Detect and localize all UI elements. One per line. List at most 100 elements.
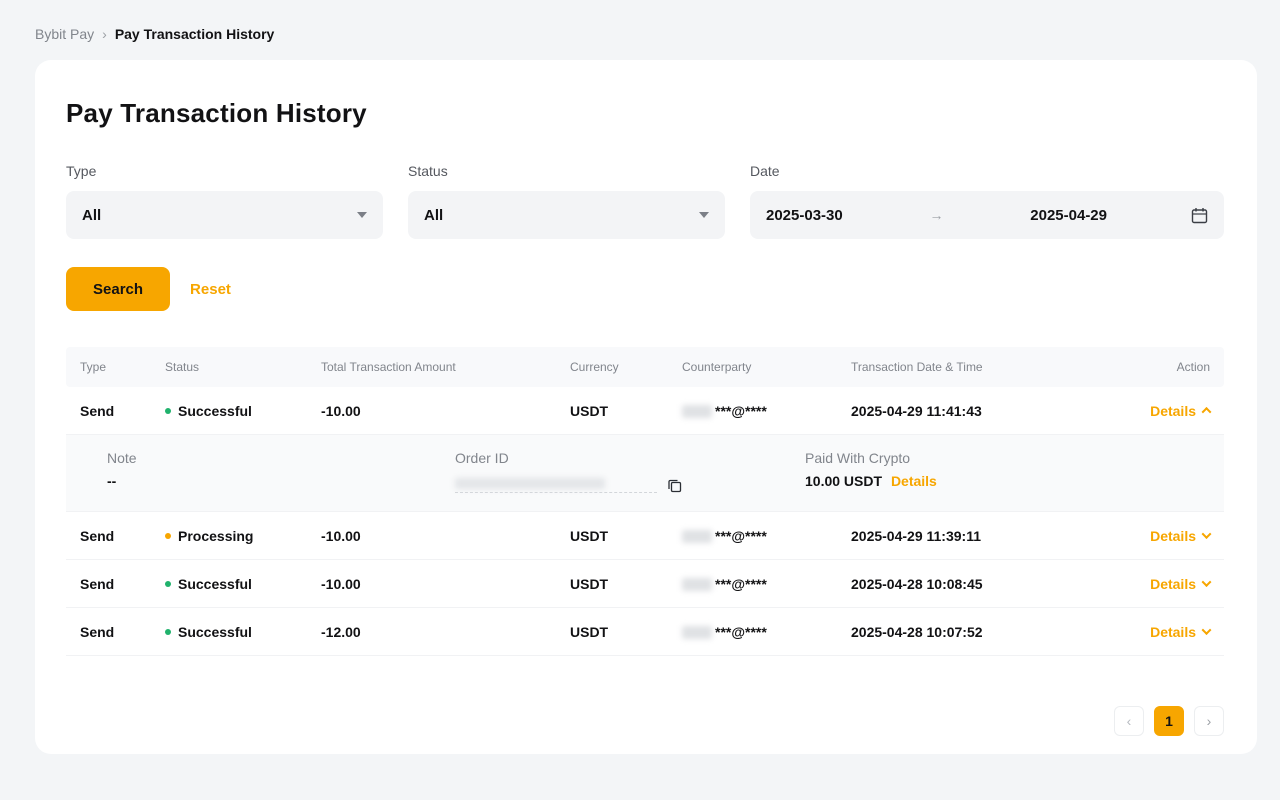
cell-counterparty: ***@**** [682, 528, 851, 544]
cell-status: Successful [178, 403, 252, 419]
filter-date: Date 2025-03-30 → 2025-04-29 [750, 163, 1224, 239]
copy-icon[interactable] [667, 478, 682, 493]
status-badge: Successful [165, 624, 321, 640]
pagination-next-button[interactable]: › [1194, 706, 1224, 736]
cell-datetime: 2025-04-29 11:41:43 [851, 403, 1090, 419]
table-header-row: Type Status Total Transaction Amount Cur… [66, 347, 1224, 387]
paid-details-link[interactable]: Details [891, 473, 937, 489]
status-badge: Successful [165, 576, 321, 592]
redacted-text [682, 626, 712, 639]
note-label: Note [107, 450, 455, 466]
type-select-value: All [82, 207, 101, 224]
filter-type: Type All [66, 163, 383, 239]
cell-amount: -10.00 [321, 403, 570, 419]
table-row: Send Successful -10.00 USDT ***@**** 202… [66, 560, 1224, 608]
header-status: Status [165, 360, 321, 374]
status-dot-icon [165, 581, 171, 587]
breadcrumb-parent[interactable]: Bybit Pay [35, 26, 94, 42]
order-id-redacted-value [455, 475, 657, 493]
pagination-page-1-button[interactable]: 1 [1154, 706, 1184, 736]
table-row: Send Processing -10.00 USDT ***@**** 202… [66, 512, 1224, 560]
status-select-value: All [424, 207, 443, 224]
header-datetime: Transaction Date & Time [851, 360, 1090, 374]
filter-status-label: Status [408, 163, 725, 179]
cell-type: Send [80, 624, 165, 640]
date-range-arrow-icon: → [843, 207, 1031, 223]
expanded-detail-panel: Note -- Order ID Paid With Crypto [66, 435, 1224, 512]
filters-row: Type All Status All Date 2025-03-30 → 20… [66, 163, 1224, 239]
cell-type: Send [80, 528, 165, 544]
order-id-label: Order ID [455, 450, 805, 466]
main-card: Pay Transaction History Type All Status … [35, 60, 1257, 754]
detail-order-id: Order ID [455, 450, 805, 493]
breadcrumb: Bybit Pay › Pay Transaction History [0, 0, 1280, 60]
paid-with-crypto-value: 10.00 USDT [805, 473, 882, 489]
details-toggle-button[interactable]: Details [1150, 576, 1210, 592]
detail-note: Note -- [107, 450, 455, 493]
status-badge: Processing [165, 528, 321, 544]
status-badge: Successful [165, 403, 321, 419]
reset-button[interactable]: Reset [190, 281, 231, 298]
chevron-down-icon [1202, 577, 1212, 587]
cell-type: Send [80, 403, 165, 419]
header-amount: Total Transaction Amount [321, 360, 570, 374]
cell-currency: USDT [570, 403, 682, 419]
details-toggle-button[interactable]: Details [1150, 403, 1210, 419]
cell-amount: -10.00 [321, 576, 570, 592]
header-currency: Currency [570, 360, 682, 374]
filter-status: Status All [408, 163, 725, 239]
calendar-icon[interactable] [1191, 207, 1208, 224]
actions-row: Search Reset [66, 267, 1224, 311]
status-select[interactable]: All [408, 191, 725, 239]
filter-date-label: Date [750, 163, 1224, 179]
header-counterparty: Counterparty [682, 360, 851, 374]
date-end-value[interactable]: 2025-04-29 [1030, 207, 1107, 224]
detail-paid-with-crypto: Paid With Crypto 10.00 USDT Details [805, 450, 1210, 493]
cell-currency: USDT [570, 624, 682, 640]
cell-counterparty: ***@**** [682, 576, 851, 592]
redacted-text [682, 405, 712, 418]
cell-datetime: 2025-04-28 10:08:45 [851, 576, 1090, 592]
breadcrumb-separator-icon: › [102, 26, 107, 42]
chevron-up-icon [1202, 407, 1212, 417]
status-dot-icon [165, 533, 171, 539]
chevron-down-icon [1202, 529, 1212, 539]
cell-counterparty: ***@**** [682, 403, 851, 419]
chevron-down-icon [1202, 625, 1212, 635]
redacted-text [682, 578, 712, 591]
cell-currency: USDT [570, 528, 682, 544]
status-dot-icon [165, 408, 171, 414]
cell-currency: USDT [570, 576, 682, 592]
cell-amount: -10.00 [321, 528, 570, 544]
cell-type: Send [80, 576, 165, 592]
chevron-down-icon [357, 212, 367, 218]
pagination-prev-button[interactable]: ‹ [1114, 706, 1144, 736]
chevron-down-icon [699, 212, 709, 218]
cell-amount: -12.00 [321, 624, 570, 640]
header-action: Action [1177, 360, 1210, 374]
details-toggle-button[interactable]: Details [1150, 624, 1210, 640]
cell-status: Processing [178, 528, 253, 544]
status-dot-icon [165, 629, 171, 635]
cell-counterparty: ***@**** [682, 624, 851, 640]
redacted-text [682, 530, 712, 543]
breadcrumb-current: Pay Transaction History [115, 26, 275, 42]
transaction-table: Type Status Total Transaction Amount Cur… [66, 347, 1224, 656]
header-type: Type [80, 360, 165, 374]
page-title: Pay Transaction History [66, 98, 1224, 129]
details-toggle-button[interactable]: Details [1150, 528, 1210, 544]
paid-with-crypto-label: Paid With Crypto [805, 450, 1210, 466]
note-value: -- [107, 473, 455, 489]
cell-status: Successful [178, 624, 252, 640]
type-select[interactable]: All [66, 191, 383, 239]
filter-type-label: Type [66, 163, 383, 179]
cell-datetime: 2025-04-29 11:39:11 [851, 528, 1090, 544]
cell-datetime: 2025-04-28 10:07:52 [851, 624, 1090, 640]
table-row: Send Successful -12.00 USDT ***@**** 202… [66, 608, 1224, 656]
search-button[interactable]: Search [66, 267, 170, 311]
pagination: ‹ 1 › [66, 706, 1224, 736]
date-range-input[interactable]: 2025-03-30 → 2025-04-29 [750, 191, 1224, 239]
date-start-value[interactable]: 2025-03-30 [766, 207, 843, 224]
table-row: Send Successful -10.00 USDT ***@**** 202… [66, 387, 1224, 435]
cell-status: Successful [178, 576, 252, 592]
